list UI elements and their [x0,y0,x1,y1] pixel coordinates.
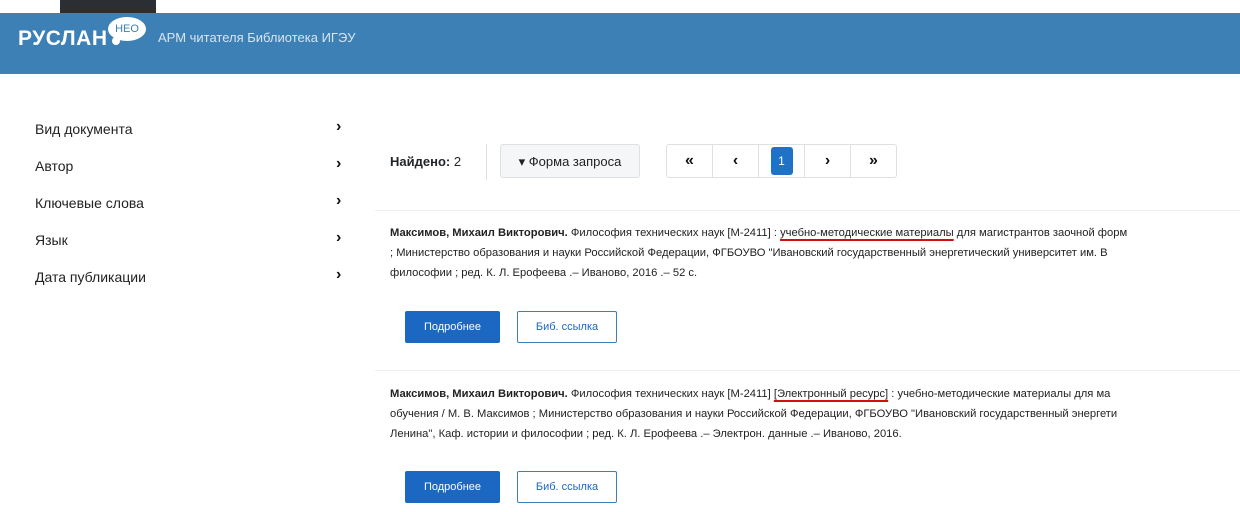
top-strip [60,0,156,14]
facet-publication-date[interactable]: Дата публикации › [35,266,355,303]
pagination: « ‹ 1 › » [666,144,897,178]
result-text: для магистрантов заочной форм [953,227,1128,239]
search-result: Максимов, Михаил Викторович. Философия т… [375,370,1240,512]
details-button[interactable]: Подробнее [405,471,500,503]
result-text: Философия технических наук [М-2411] : [567,227,781,239]
result-line: ; Министерство образования и науки Росси… [390,247,1108,259]
chevron-right-icon: › [336,266,342,283]
app-header: РУСЛАН НЕО АРМ читателя Библиотека ИГЭУ [0,13,1240,74]
search-result: Максимов, Михаил Викторович. Философия т… [375,210,1240,371]
facet-label: Язык [35,232,68,248]
citation-button[interactable]: Биб. ссылка [517,471,617,503]
app-title: АРМ читателя Библиотека ИГЭУ [158,30,356,45]
page-1-button[interactable]: 1 [758,144,805,178]
found-count: Найдено: 2 [390,154,461,169]
facet-author[interactable]: Автор › [35,155,355,192]
next-page-button[interactable]: › [804,144,851,178]
result-line: философии ; ред. К. Л. Ерофеева .– Ивано… [390,267,698,279]
neo-badge: НЕО [108,17,146,45]
facet-label: Вид документа [35,121,133,137]
prev-page-button[interactable]: ‹ [712,144,759,178]
last-page-button[interactable]: » [850,144,897,178]
result-author[interactable]: Максимов, Михаил Викторович. [390,388,568,400]
highlighted-term: учебно-методические материалы [780,227,954,239]
facet-label: Ключевые слова [35,195,144,211]
result-description: Максимов, Михаил Викторович. Философия т… [390,384,1240,444]
current-page-number: 1 [770,147,793,175]
result-author[interactable]: Максимов, Михаил Викторович. [390,227,568,239]
facet-language[interactable]: Язык › [35,229,355,266]
result-line: Максимов, Михаил Викторович. Философия т… [390,384,1240,404]
toolbar-divider [486,144,487,180]
facet-sidebar: Вид документа › Автор › Ключевые слова ›… [35,118,355,303]
found-number: 2 [453,154,462,169]
query-form-button[interactable]: ▾ Форма запроса [500,144,640,178]
chevron-right-icon: › [336,155,342,172]
facet-label: Дата публикации [35,269,146,285]
result-line: Максимов, Михаил Викторович. Философия т… [390,223,1240,243]
first-page-button[interactable]: « [666,144,713,178]
chevron-right-icon: › [336,118,342,135]
citation-button[interactable]: Биб. ссылка [517,311,617,343]
facet-label: Автор [35,158,74,174]
details-button[interactable]: Подробнее [405,311,500,343]
facet-keywords[interactable]: Ключевые слова › [35,192,355,229]
ruslan-logo[interactable]: РУСЛАН [18,27,108,51]
result-description: Максимов, Михаил Викторович. Философия т… [390,223,1240,283]
facet-document-type[interactable]: Вид документа › [35,118,355,155]
result-line: обучения / М. В. Максимов ; Министерство… [390,408,1118,420]
result-text: Философия технических наук [М-2411] [567,388,774,400]
highlighted-term: [Электронный ресурс] [773,388,889,400]
result-text: : учебно-методические материалы для ма [888,388,1111,400]
result-line: Ленина", Каф. истории и философии ; ред.… [390,428,902,440]
chevron-right-icon: › [336,229,342,246]
chevron-right-icon: › [336,192,342,209]
found-label: Найдено: [390,154,451,169]
